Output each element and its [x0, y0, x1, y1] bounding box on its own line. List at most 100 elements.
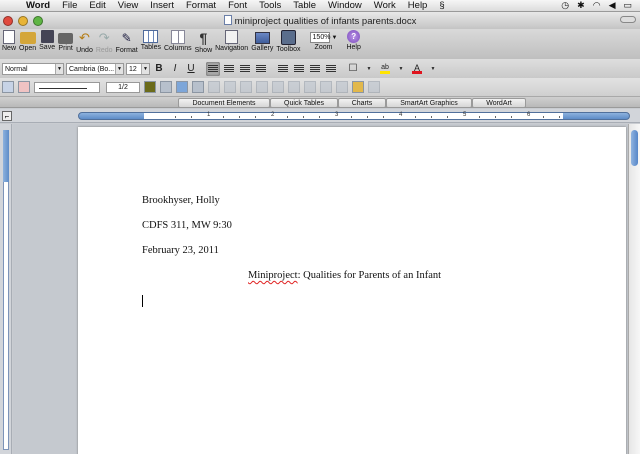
distribute-rows-icon[interactable]: [256, 81, 268, 93]
toolbox-button[interactable]: Toolbox: [276, 29, 301, 59]
menu-font[interactable]: Font: [222, 0, 253, 11]
line-weight-select[interactable]: 1/2: [106, 81, 140, 93]
font-size-select[interactable]: 12 ▼: [126, 62, 150, 75]
ruler-tick: [175, 116, 176, 118]
decrease-indent-button[interactable]: [308, 62, 322, 76]
gallery-button[interactable]: Gallery: [251, 29, 273, 59]
document-canvas: Brookhyser, Holly CDFS 311, MW 9:30 Febr…: [13, 124, 628, 454]
font-color-button[interactable]: A: [410, 62, 424, 76]
sort-icon[interactable]: [320, 81, 332, 93]
vertical-scrollbar[interactable]: [628, 124, 640, 454]
menu-view[interactable]: View: [112, 0, 144, 11]
tab-wordart[interactable]: WordArt: [472, 98, 526, 108]
format-label: Format: [115, 47, 138, 54]
eraser-icon[interactable]: [18, 81, 30, 93]
menu-format[interactable]: Format: [180, 0, 222, 11]
redo-button[interactable]: ↷ Redo: [96, 29, 113, 59]
course-line[interactable]: CDFS 311, MW 9:30: [142, 220, 232, 231]
line-color-icon[interactable]: [144, 81, 156, 93]
menu-window[interactable]: Window: [322, 0, 368, 11]
tables-button[interactable]: Tables: [141, 29, 161, 59]
document-page[interactable]: Brookhyser, Holly CDFS 311, MW 9:30 Febr…: [78, 127, 626, 454]
scrollbar-thumb[interactable]: [631, 130, 638, 166]
border-type-icon[interactable]: [160, 81, 172, 93]
highlight-dropdown-icon[interactable]: ▼: [394, 62, 408, 76]
format-button[interactable]: ✎ Format: [116, 29, 138, 59]
distribute-columns-icon[interactable]: [272, 81, 284, 93]
merge-cells-icon[interactable]: [208, 81, 220, 93]
align-left-button[interactable]: [206, 61, 220, 76]
bold-button[interactable]: B: [152, 62, 166, 76]
underline-button[interactable]: U: [184, 62, 198, 76]
menu-file[interactable]: File: [56, 0, 83, 11]
tab-charts[interactable]: Charts: [338, 98, 386, 108]
align-cell-icon[interactable]: [240, 81, 252, 93]
table-icon: [143, 30, 159, 43]
text-direction-icon[interactable]: [368, 81, 380, 93]
table-style-icon[interactable]: [352, 81, 364, 93]
justify-button[interactable]: [254, 62, 268, 76]
menu-insert[interactable]: Insert: [144, 0, 180, 11]
zoom-field[interactable]: 150%: [309, 32, 330, 43]
tab-document-elements[interactable]: Document Elements: [178, 98, 270, 108]
tab-quick-tables[interactable]: Quick Tables: [270, 98, 338, 108]
style-select[interactable]: Normal ▼: [2, 62, 64, 75]
document-title[interactable]: Miniproject: Qualities for Parents of an…: [248, 270, 441, 281]
line-style-select[interactable]: [34, 81, 100, 93]
navigation-button[interactable]: Navigation: [215, 29, 248, 59]
draw-table-icon[interactable]: [2, 81, 14, 93]
highlight-button[interactable]: ab: [378, 62, 392, 76]
vertical-ruler[interactable]: [0, 124, 12, 454]
date-line[interactable]: February 23, 2011: [142, 245, 219, 256]
toolbar-toggle-button[interactable]: [620, 16, 636, 23]
numbering-button[interactable]: [292, 62, 306, 76]
window-title-bar[interactable]: miniproject qualities of infants parents…: [0, 12, 640, 29]
menu-edit[interactable]: Edit: [83, 0, 111, 11]
zoom-dropdown-icon[interactable]: ▼: [332, 35, 338, 41]
insert-table-icon[interactable]: [192, 81, 204, 93]
menu-help[interactable]: Help: [402, 0, 434, 11]
split-cells-icon[interactable]: [224, 81, 236, 93]
menu-table[interactable]: Table: [287, 0, 322, 11]
autofit-icon[interactable]: [288, 81, 300, 93]
battery-icon[interactable]: ▭: [623, 0, 632, 11]
standard-toolbar: New Open Save Print ↶ Undo ↷ Redo ✎ Format …: [0, 29, 640, 59]
autosum-icon[interactable]: [336, 81, 348, 93]
help-button[interactable]: ? Help: [346, 29, 361, 59]
show-button[interactable]: ¶ Show: [195, 29, 213, 59]
tab-stop-selector-icon[interactable]: ⌐: [2, 111, 12, 121]
align-left-icon: [208, 64, 218, 73]
spelling-error-word[interactable]: Miniproject: [248, 270, 298, 281]
volume-icon[interactable]: ◀: [609, 0, 616, 11]
tables-borders-toolbar: 1/2: [0, 78, 640, 96]
menu-word[interactable]: Word: [20, 0, 56, 11]
menu-work[interactable]: Work: [368, 0, 402, 11]
columns-button[interactable]: Columns: [164, 29, 192, 59]
wifi-icon[interactable]: ◠: [593, 0, 601, 11]
borders-button[interactable]: ☐: [346, 62, 360, 76]
time-machine-icon[interactable]: ◷: [561, 0, 569, 11]
bluetooth-icon[interactable]: ✱: [577, 0, 585, 11]
save-button[interactable]: Save: [39, 29, 55, 59]
increase-indent-button[interactable]: [324, 62, 338, 76]
bullets-button[interactable]: [276, 62, 290, 76]
table-autoformat-icon[interactable]: [304, 81, 316, 93]
new-button[interactable]: New: [2, 29, 16, 59]
font-select[interactable]: Cambria (Bo... ▼: [66, 62, 124, 75]
open-button[interactable]: Open: [19, 29, 36, 59]
align-center-button[interactable]: [222, 62, 236, 76]
author-line[interactable]: Brookhyser, Holly: [142, 195, 220, 206]
font-color-dropdown-icon[interactable]: ▼: [426, 62, 440, 76]
horizontal-ruler[interactable]: 1 2 3 4 5 6: [78, 112, 630, 120]
align-right-button[interactable]: [238, 62, 252, 76]
italic-button[interactable]: I: [168, 62, 182, 76]
shading-icon[interactable]: [176, 81, 188, 93]
print-button[interactable]: Print: [58, 29, 74, 59]
ruler-tick: [351, 116, 352, 118]
undo-button[interactable]: ↶ Undo: [76, 29, 93, 59]
script-menu-icon[interactable]: §: [433, 0, 450, 11]
menu-tools[interactable]: Tools: [253, 0, 287, 11]
borders-dropdown-icon[interactable]: ▼: [362, 62, 376, 76]
columns-icon: [170, 30, 185, 44]
tab-smartart-graphics[interactable]: SmartArt Graphics: [386, 98, 472, 108]
